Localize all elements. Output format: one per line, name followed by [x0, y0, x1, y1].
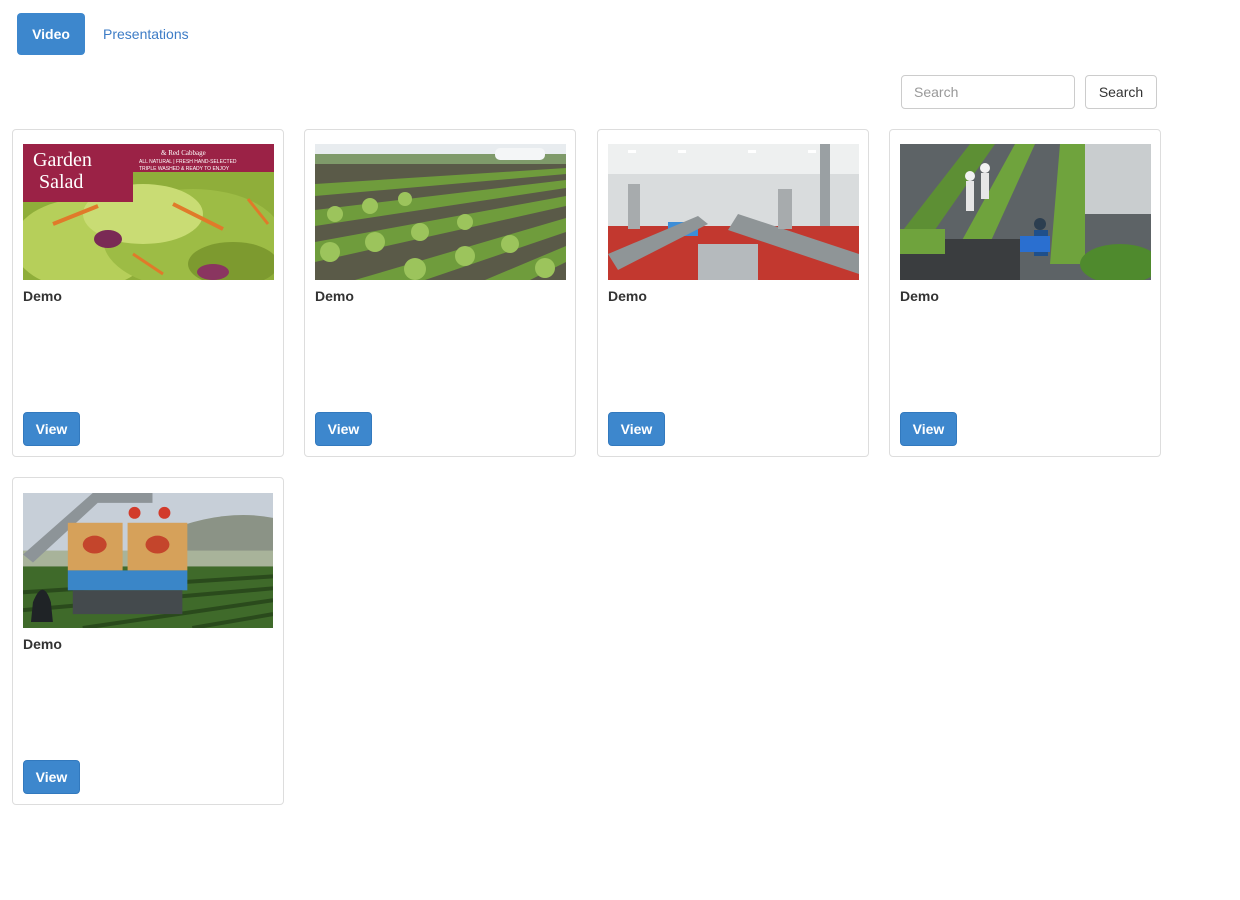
package-tagline1: ALL NATURAL | FRESH HAND-SELECTED — [139, 159, 237, 165]
video-title: Demo — [900, 288, 939, 304]
search-input[interactable] — [901, 75, 1075, 109]
tab-video[interactable]: Video — [17, 13, 85, 55]
factory-interior-image — [608, 144, 859, 280]
video-thumbnail[interactable]: Garden Salad & Red Cabbage ALL NATURAL |… — [23, 144, 274, 280]
search-button[interactable]: Search — [1085, 75, 1157, 109]
tab-presentations[interactable]: Presentations — [87, 13, 205, 55]
video-thumbnail[interactable] — [23, 493, 273, 628]
video-thumbnail[interactable] — [608, 144, 859, 280]
video-thumbnail[interactable] — [315, 144, 566, 280]
view-button[interactable]: View — [900, 412, 957, 446]
video-card: Demo View — [889, 129, 1161, 457]
view-button[interactable]: View — [608, 412, 665, 446]
package-title-line2: Salad — [39, 171, 83, 193]
package-title-line1: Garden — [33, 149, 92, 171]
view-button[interactable]: View — [315, 412, 372, 446]
video-card: Demo View — [12, 477, 284, 805]
video-card: Garden Salad & Red Cabbage ALL NATURAL |… — [12, 129, 284, 457]
garden-salad-image: Garden Salad & Red Cabbage ALL NATURAL |… — [23, 144, 274, 280]
processing-conveyor-image — [900, 144, 1151, 280]
lettuce-field-image — [315, 144, 566, 280]
video-title: Demo — [315, 288, 354, 304]
view-button[interactable]: View — [23, 412, 80, 446]
media-tabs: Video Presentations — [17, 13, 207, 55]
video-card: Demo View — [597, 129, 869, 457]
video-title: Demo — [23, 636, 62, 652]
video-title: Demo — [23, 288, 62, 304]
video-card: Demo View — [304, 129, 576, 457]
package-tagline2: TRIPLE WASHED & READY TO ENJOY — [139, 166, 230, 172]
package-subtitle: & Red Cabbage — [161, 149, 206, 157]
view-button[interactable]: View — [23, 760, 80, 794]
video-title: Demo — [608, 288, 647, 304]
video-thumbnail[interactable] — [900, 144, 1151, 280]
harvest-machine-image — [23, 493, 273, 628]
